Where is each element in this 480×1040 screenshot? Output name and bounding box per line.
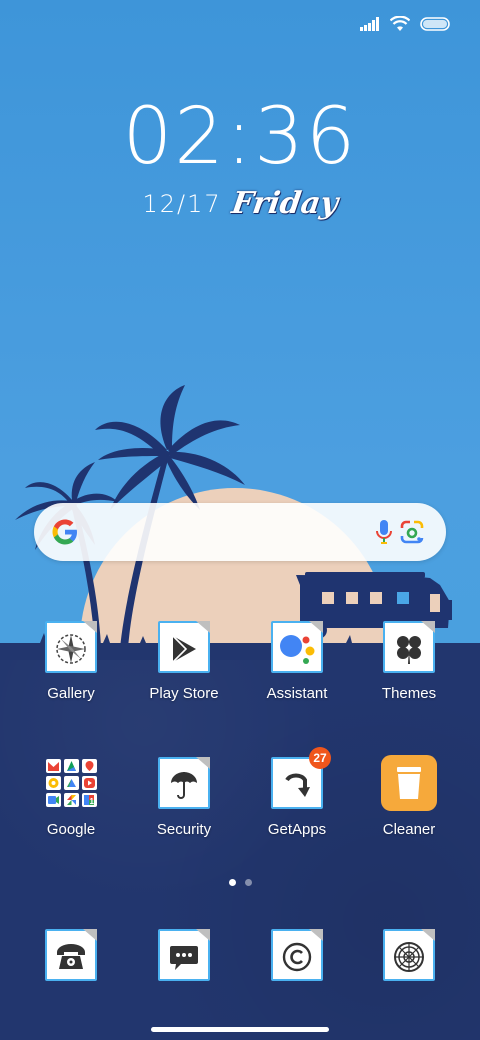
play-store-tile [156, 619, 212, 675]
icon-frame [158, 621, 210, 673]
google-search-bar[interactable] [34, 503, 446, 561]
cellular-signal-icon [360, 17, 379, 31]
app-label: Themes [381, 685, 437, 702]
assistant-tile [269, 619, 325, 675]
page-dot [245, 879, 252, 886]
dock-browser[interactable] [247, 927, 347, 983]
app-play-store[interactable]: Play Store [134, 619, 234, 702]
notification-badge: 27 [309, 747, 331, 769]
app-gallery[interactable]: Gallery [21, 619, 121, 702]
icon-frame [45, 929, 97, 981]
phone-tile [43, 927, 99, 983]
gesture-navigation-bar[interactable] [151, 1027, 329, 1032]
svg-text:1: 1 [90, 797, 95, 806]
icon-frame [383, 929, 435, 981]
app-security[interactable]: Security [134, 755, 234, 838]
google-folder-tile: 1 [43, 755, 99, 811]
icon-frame [271, 929, 323, 981]
app-cleaner[interactable]: Cleaner [359, 755, 459, 838]
google-lens-icon[interactable] [398, 518, 426, 546]
wifi-icon [390, 16, 410, 31]
date-row: 12/17 Friday [0, 186, 480, 221]
trash-bin-icon [381, 755, 437, 811]
app-label: Google [46, 821, 96, 838]
gallery-compass-icon [56, 634, 86, 664]
getapps-arrow-icon [285, 773, 310, 797]
app-label: Security [156, 821, 212, 838]
dock-phone[interactable] [21, 927, 121, 983]
app-themes[interactable]: Themes [359, 619, 459, 702]
icon-frame [45, 621, 97, 673]
umbrella-icon [171, 772, 197, 799]
app-label: Assistant [266, 685, 328, 702]
page-dot-active [229, 879, 236, 886]
assistant-icon [280, 635, 315, 664]
messages-icon [170, 946, 198, 970]
camera-aperture-icon [394, 942, 424, 972]
dock-camera[interactable] [359, 927, 459, 983]
battery-icon [420, 17, 450, 31]
app-label: Cleaner [382, 821, 436, 838]
icon-center [160, 935, 208, 979]
cleaner-tile [381, 755, 437, 811]
icon-center [47, 935, 95, 979]
date-text: 12/17 [142, 189, 222, 218]
play-store-icon [172, 635, 196, 663]
phone-icon [57, 944, 85, 969]
app-label: Gallery [47, 685, 95, 702]
clover-icon [397, 636, 421, 664]
getapps-tile: 27 [269, 747, 331, 811]
app-google-folder[interactable]: 1 Google [21, 755, 121, 838]
weekday-text: Friday [229, 186, 340, 221]
microphone-icon[interactable] [374, 519, 394, 545]
icon-center [160, 627, 208, 671]
gallery-tile [43, 619, 99, 675]
icon-frame [383, 621, 435, 673]
status-bar [360, 16, 450, 32]
lock-clock: 02:36 [122, 92, 358, 182]
security-tile [156, 755, 212, 811]
app-label: Play Store [149, 685, 219, 702]
icon-center [385, 627, 433, 671]
app-assistant[interactable]: Assistant [247, 619, 347, 702]
google-g-icon [52, 519, 77, 545]
themes-tile [381, 619, 437, 675]
icon-center [160, 763, 208, 807]
icon-center [273, 763, 321, 807]
icon-frame [158, 929, 210, 981]
icon-center [47, 627, 95, 671]
icon-frame [271, 621, 323, 673]
icon-center [273, 935, 321, 979]
google-folder-icon: 1 [46, 759, 97, 807]
page-indicator[interactable] [229, 879, 252, 886]
app-getapps[interactable]: 27 GetApps [247, 747, 347, 838]
icon-center [385, 935, 433, 979]
copyright-tile [269, 927, 325, 983]
dock-messages[interactable] [134, 927, 234, 983]
messages-tile [156, 927, 212, 983]
camera-tile [381, 927, 437, 983]
app-label: GetApps [267, 821, 327, 838]
icon-frame [158, 757, 210, 809]
home-screen: 02:36 12/17 Friday Gallery Play Store As… [0, 0, 480, 1040]
icon-center [273, 627, 321, 671]
copyright-icon [282, 942, 312, 972]
